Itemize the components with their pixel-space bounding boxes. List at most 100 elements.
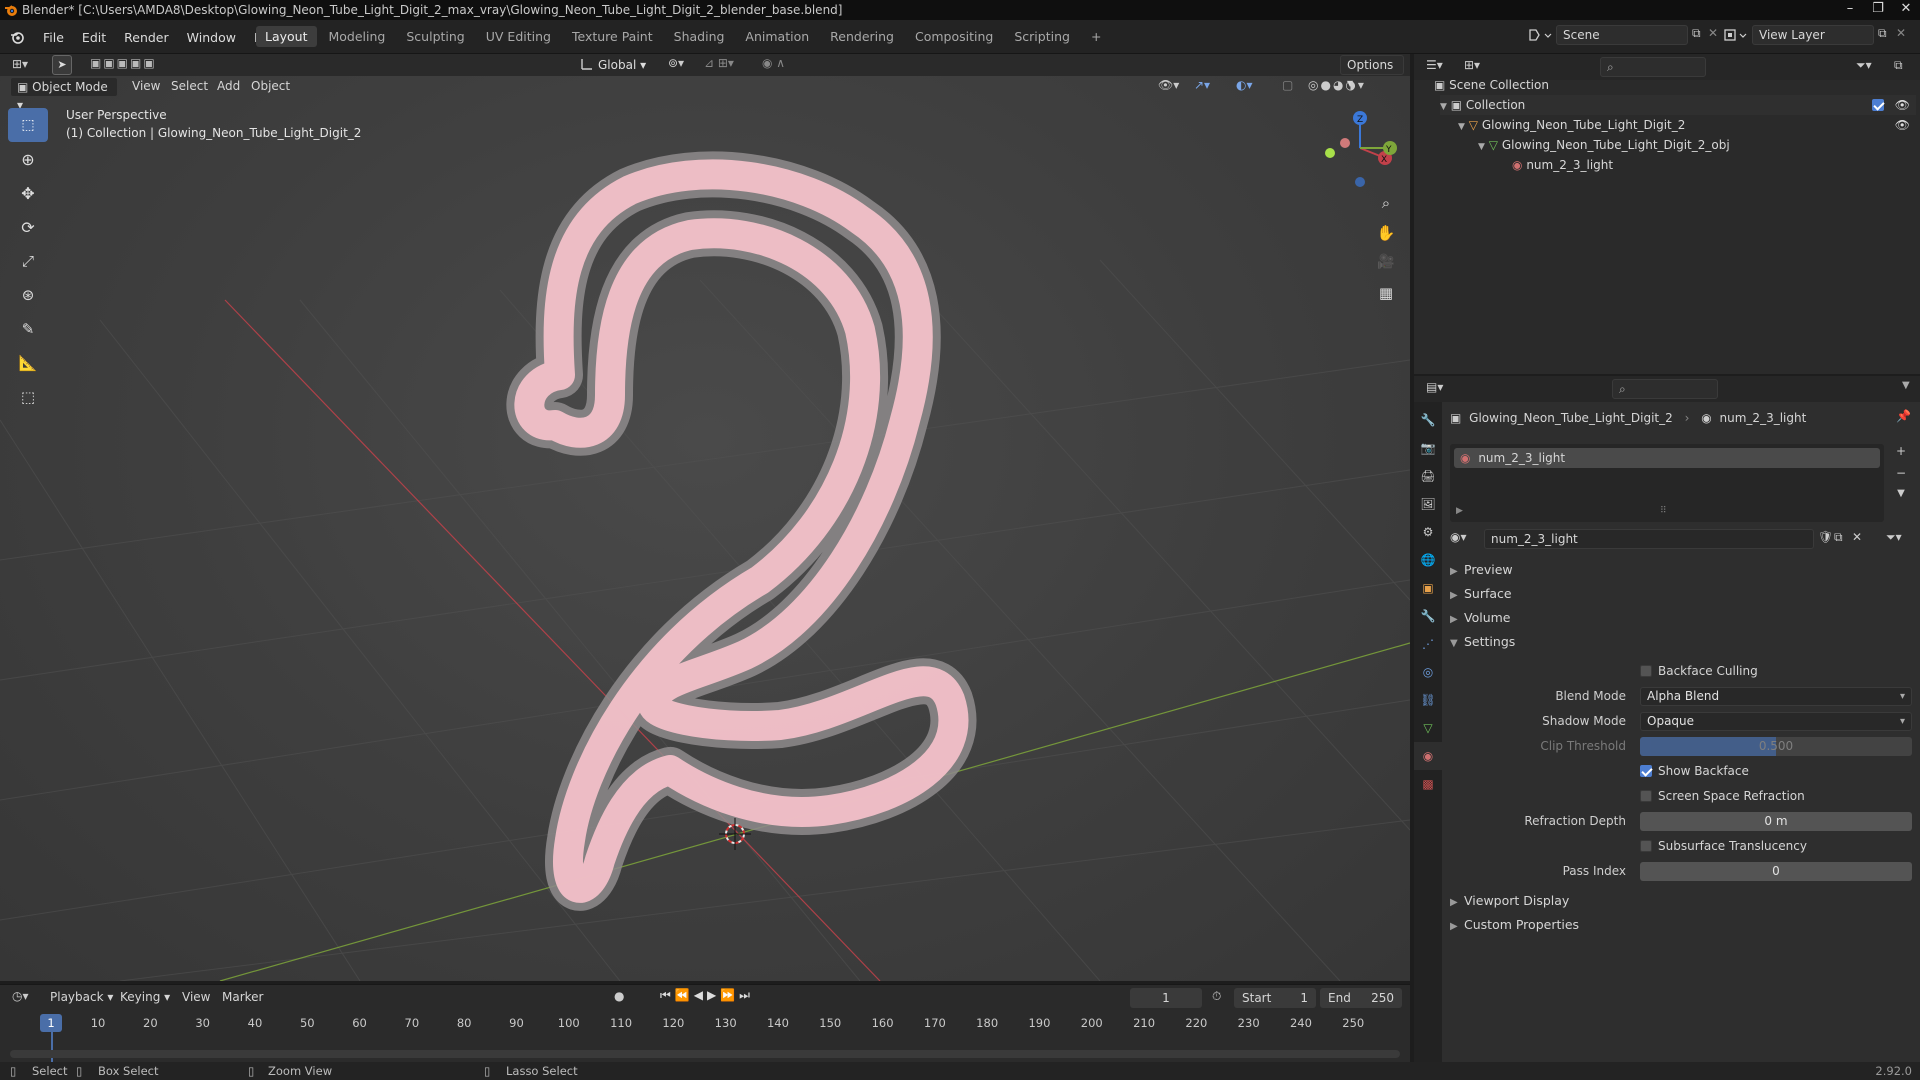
display-mode-icon[interactable]: ⊞▾ xyxy=(1464,58,1480,72)
camera-view-icon[interactable]: 🎥 xyxy=(1374,254,1398,284)
minimize-button[interactable]: – xyxy=(1836,0,1864,20)
outliner-search-input[interactable]: ⌕ xyxy=(1600,57,1706,77)
menu-render[interactable]: Render xyxy=(115,30,178,45)
tab-layout[interactable]: Layout xyxy=(256,26,317,47)
show-backface-checkbox[interactable]: Show Backface xyxy=(1640,760,1749,782)
options-dropdown[interactable]: Options ▾ xyxy=(1340,55,1404,90)
current-frame-field[interactable]: 1 xyxy=(1130,988,1202,1008)
scene-selector-icon[interactable] xyxy=(1527,26,1553,44)
view-layer-selector-icon[interactable] xyxy=(1722,26,1748,44)
outliner-row-material[interactable]: ◉ num_2_3_light xyxy=(1512,155,1613,175)
record-keyframe-icon[interactable]: ● xyxy=(614,989,624,1003)
section-viewport-display[interactable]: ▶ Viewport Display xyxy=(1450,890,1569,912)
tab-texture-paint[interactable]: Texture Paint xyxy=(563,26,662,47)
maximize-button[interactable]: ❐ xyxy=(1864,0,1892,20)
material-name-field[interactable]: num_2_3_light xyxy=(1484,529,1814,549)
editor-type-icon[interactable]: ⊞▾ xyxy=(12,57,28,71)
properties-editor-icon[interactable]: ▤▾ xyxy=(1426,380,1443,394)
cursor-tool[interactable]: ⊕ xyxy=(8,142,48,176)
fake-user-icon[interactable]: 🛡 xyxy=(1818,530,1833,544)
tab-view-layer[interactable]: 🖼 xyxy=(1414,490,1442,518)
expand-arrow-icon[interactable]: ▼ xyxy=(1478,142,1485,152)
section-surface[interactable]: ▶ Surface xyxy=(1450,583,1512,605)
playhead-marker[interactable]: 1 xyxy=(40,1014,62,1032)
tab-sculpting[interactable]: Sculpting xyxy=(397,26,473,47)
tab-modeling[interactable]: Modeling xyxy=(320,26,395,47)
timeline-editor-icon[interactable]: ◷▾ xyxy=(12,989,29,1003)
properties-search-input[interactable]: ⌕ xyxy=(1612,379,1718,399)
resize-handle-icon[interactable]: ⠿ xyxy=(1660,506,1667,516)
proportional-edit-icon[interactable]: ◉ ∧ xyxy=(762,56,785,70)
outliner-row-object[interactable]: ▼ ▽ Glowing_Neon_Tube_Light_Digit_2 👁 xyxy=(1458,115,1916,135)
view-layer-field[interactable]: View Layer xyxy=(1752,25,1874,45)
rotate-tool[interactable]: ⟳ xyxy=(8,210,48,244)
gizmo-toggle-icon[interactable]: ↗▾ xyxy=(1194,78,1210,92)
outliner-row-scene-collection[interactable]: ▣ Scene Collection xyxy=(1434,75,1549,95)
pass-index-field[interactable]: 0 xyxy=(1640,862,1912,881)
pin-icon[interactable]: 📌 xyxy=(1896,409,1911,423)
eye-icon[interactable]: 👁 xyxy=(1895,95,1910,115)
section-volume[interactable]: ▶ Volume xyxy=(1450,607,1511,629)
tab-compositing[interactable]: Compositing xyxy=(906,26,1002,47)
section-preview[interactable]: ▶ Preview xyxy=(1450,559,1513,581)
tab-world[interactable]: 🌐 xyxy=(1414,546,1442,574)
annotate-tool[interactable]: ✎ xyxy=(8,312,48,346)
timeline-menu-marker[interactable]: Marker xyxy=(222,990,263,1004)
delete-view-layer-icon[interactable]: ✕ xyxy=(1896,26,1906,40)
slot-specials-button[interactable]: ▼ xyxy=(1890,488,1912,510)
filter-icon[interactable]: ⏷▾ xyxy=(1856,58,1872,73)
move-tool[interactable]: ✥ xyxy=(8,176,48,210)
expand-arrow-icon[interactable]: ▼ xyxy=(1440,102,1447,112)
new-collection-icon[interactable]: ⧉ xyxy=(1894,58,1903,73)
tab-shading[interactable]: Shading xyxy=(665,26,734,47)
menu-window[interactable]: Window xyxy=(178,30,245,45)
viewport-menu-select[interactable]: Select xyxy=(171,79,208,93)
snap-icon[interactable]: ⊿ ⊞▾ xyxy=(704,56,734,70)
subsurface-translucency-checkbox[interactable]: Subsurface Translucency xyxy=(1640,835,1807,857)
end-frame-field[interactable]: End 250 xyxy=(1320,988,1402,1008)
tab-texture[interactable]: ▩ xyxy=(1414,770,1442,798)
add-cube-tool[interactable]: ⬚ xyxy=(8,380,48,414)
tab-material[interactable]: ◉ xyxy=(1414,742,1442,770)
pan-hand-icon[interactable]: ✋ xyxy=(1374,224,1398,254)
tab-animation[interactable]: Animation xyxy=(736,26,818,47)
timeline-menu-view[interactable]: View xyxy=(182,990,210,1004)
expand-arrow-icon[interactable]: ▼ xyxy=(1458,122,1465,132)
object-mode-dropdown[interactable]: ▣ Object Mode ▾ xyxy=(10,77,118,112)
shadow-mode-dropdown[interactable]: Opaque ▾ xyxy=(1640,712,1912,731)
outliner-editor-icon[interactable]: ☰▾ xyxy=(1426,58,1443,72)
tab-scene[interactable]: ⚙ xyxy=(1414,518,1442,546)
shading-mode-icons[interactable]: ◎●◕◑▾ xyxy=(1308,78,1366,92)
scale-tool[interactable]: ⤢ xyxy=(8,244,48,278)
screen-space-refraction-checkbox[interactable]: Screen Space Refraction xyxy=(1640,785,1805,807)
refraction-depth-field[interactable]: 0 m xyxy=(1640,812,1912,831)
select-box-tool[interactable]: ⬚ xyxy=(8,108,48,142)
playback-controls[interactable]: ⏮⏪◀▶⏩⏭ xyxy=(660,988,754,1003)
clip-threshold-slider[interactable]: 0.500 xyxy=(1640,737,1912,756)
browse-material-icon[interactable]: ◉▾ xyxy=(1450,530,1467,544)
pivot-point-icon[interactable]: ⊚▾ xyxy=(668,56,684,70)
start-frame-field[interactable]: Start 1 xyxy=(1234,988,1316,1008)
outliner-row-mesh[interactable]: ▼ ▽ Glowing_Neon_Tube_Light_Digit_2_obj xyxy=(1478,135,1730,155)
tab-physics[interactable]: ◎ xyxy=(1414,658,1442,686)
section-settings[interactable]: ▼ Settings xyxy=(1450,631,1515,653)
timer-icon[interactable]: ⏱ xyxy=(1212,989,1221,1004)
tab-modifiers[interactable]: 🔧 xyxy=(1414,602,1442,630)
overlay-toggle-icon[interactable]: ◐▾ xyxy=(1236,78,1253,92)
expand-arrow-icon[interactable]: ▶ xyxy=(1456,506,1463,516)
tab-output[interactable]: 🖨 xyxy=(1414,462,1442,490)
menu-file[interactable]: File xyxy=(34,30,73,45)
viewport-menu-add[interactable]: Add xyxy=(217,79,240,93)
timeline-scrollbar[interactable] xyxy=(10,1050,1400,1058)
blender-menu-icon[interactable] xyxy=(10,30,24,44)
duplicate-material-icon[interactable]: ⧉ xyxy=(1834,530,1843,545)
material-slot-item[interactable]: ◉ num_2_3_light xyxy=(1454,448,1880,468)
tab-scripting[interactable]: Scripting xyxy=(1005,26,1079,47)
timeline-menu-keying[interactable]: Keying ▾ xyxy=(120,990,170,1004)
viewport-menu-object[interactable]: Object xyxy=(251,79,290,93)
tab-rendering[interactable]: Rendering xyxy=(821,26,903,47)
tab-tool[interactable]: 🔧 xyxy=(1414,406,1442,434)
transform-tool[interactable]: ⊛ xyxy=(8,278,48,312)
tab-data[interactable]: ▽ xyxy=(1414,714,1442,742)
perspective-toggle-icon[interactable]: ▦ xyxy=(1374,284,1398,314)
